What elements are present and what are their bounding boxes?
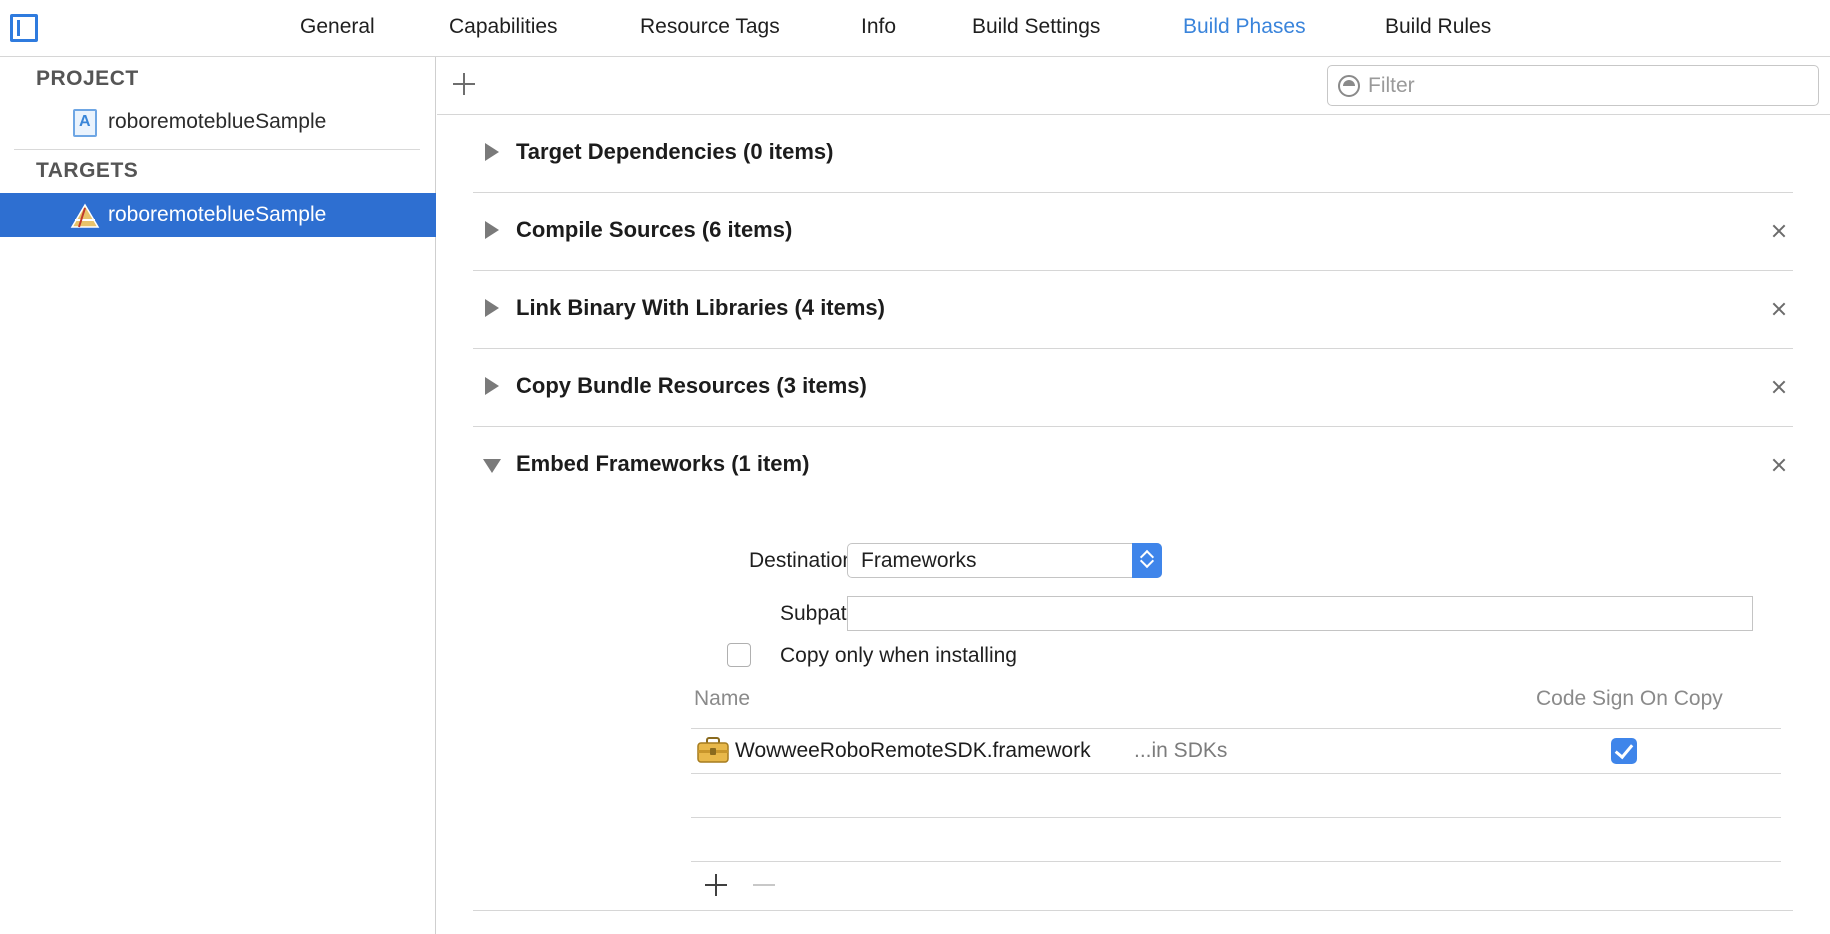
project-target-sidebar: PROJECT roboremoteblueSample TARGETS rob… <box>0 57 436 934</box>
framework-location: ...in SDKs <box>1134 739 1228 762</box>
phases-toolbar <box>437 57 1830 115</box>
embed-frameworks-content: Destination Frameworks Subpath Copy only… <box>473 519 1793 911</box>
project-section-header: PROJECT <box>36 67 139 90</box>
phase-link-binary[interactable]: Link Binary With Libraries (4 items) <box>473 271 1793 349</box>
app-target-icon <box>70 203 100 228</box>
phase-title: Compile Sources (6 items) <box>516 217 793 242</box>
tab-info[interactable]: Info <box>861 15 896 39</box>
phase-title: Embed Frameworks (1 item) <box>516 451 810 476</box>
editor-tab-bar: General Capabilities Resource Tags Info … <box>0 0 1830 57</box>
destination-select[interactable]: Frameworks <box>847 543 1162 578</box>
chevron-up-down-icon <box>1132 543 1162 578</box>
table-row[interactable]: WowweeRoboRemoteSDK.framework ...in SDKs <box>691 729 1781 773</box>
delete-phase-icon[interactable] <box>1765 451 1793 479</box>
destination-label: Destination <box>749 549 855 572</box>
disclosure-triangle-icon[interactable] <box>485 299 499 317</box>
phase-target-dependencies[interactable]: Target Dependencies (0 items) <box>473 115 1793 193</box>
remove-file-button[interactable] <box>751 872 777 898</box>
filter-field[interactable] <box>1327 65 1819 106</box>
table-divider <box>691 773 1781 774</box>
disclosure-triangle-icon[interactable] <box>485 221 499 239</box>
framework-name: WowweeRoboRemoteSDK.framework <box>735 739 1091 762</box>
sidebar-item-target[interactable]: roboremoteblueSample <box>0 193 436 237</box>
copy-only-label: Copy only when installing <box>780 644 1017 667</box>
add-file-button[interactable] <box>703 872 729 898</box>
tab-general[interactable]: General <box>300 15 375 39</box>
disclosure-triangle-open-icon[interactable] <box>483 459 501 473</box>
code-sign-checkbox[interactable] <box>1611 738 1637 764</box>
destination-value: Frameworks <box>861 549 977 572</box>
add-build-phase-button[interactable] <box>449 69 479 99</box>
copy-only-checkbox[interactable] <box>727 643 751 667</box>
project-file-icon <box>73 109 97 137</box>
sidebar-item-label: roboremoteblueSample <box>108 203 327 226</box>
tab-build-phases[interactable]: Build Phases <box>1183 15 1306 39</box>
phase-title: Copy Bundle Resources (3 items) <box>516 373 867 398</box>
phase-title: Link Binary With Libraries (4 items) <box>516 295 885 320</box>
filter-icon <box>1338 75 1360 97</box>
disclosure-triangle-icon[interactable] <box>485 377 499 395</box>
tab-capabilities[interactable]: Capabilities <box>449 15 558 39</box>
phase-compile-sources[interactable]: Compile Sources (6 items) <box>473 193 1793 271</box>
subpath-field[interactable] <box>847 596 1753 631</box>
phase-title: Target Dependencies (0 items) <box>516 139 834 164</box>
navigator-toggle-icon[interactable] <box>10 14 38 42</box>
tab-build-rules[interactable]: Build Rules <box>1385 15 1491 39</box>
framework-toolbox-icon <box>697 737 729 763</box>
name-column-header[interactable]: Name <box>694 687 750 711</box>
sidebar-item-project[interactable]: roboremoteblueSample <box>0 100 436 144</box>
delete-phase-icon[interactable] <box>1765 373 1793 401</box>
build-phases-editor: Target Dependencies (0 items) Compile So… <box>437 57 1830 934</box>
tab-build-settings[interactable]: Build Settings <box>972 15 1100 39</box>
filter-input[interactable] <box>1368 72 1808 100</box>
table-divider <box>691 817 1781 818</box>
code-sign-column-header[interactable]: Code Sign On Copy <box>1536 687 1723 711</box>
delete-phase-icon[interactable] <box>1765 217 1793 245</box>
phase-embed-frameworks[interactable]: Embed Frameworks (1 item) <box>473 427 1793 505</box>
delete-phase-icon[interactable] <box>1765 295 1793 323</box>
disclosure-triangle-icon[interactable] <box>485 143 499 161</box>
table-divider <box>691 861 1781 862</box>
sidebar-divider <box>14 149 420 150</box>
sidebar-item-label: roboremoteblueSample <box>108 110 327 133</box>
targets-section-header: TARGETS <box>36 159 139 182</box>
phase-copy-bundle-resources[interactable]: Copy Bundle Resources (3 items) <box>473 349 1793 427</box>
tab-resource-tags[interactable]: Resource Tags <box>640 15 780 39</box>
